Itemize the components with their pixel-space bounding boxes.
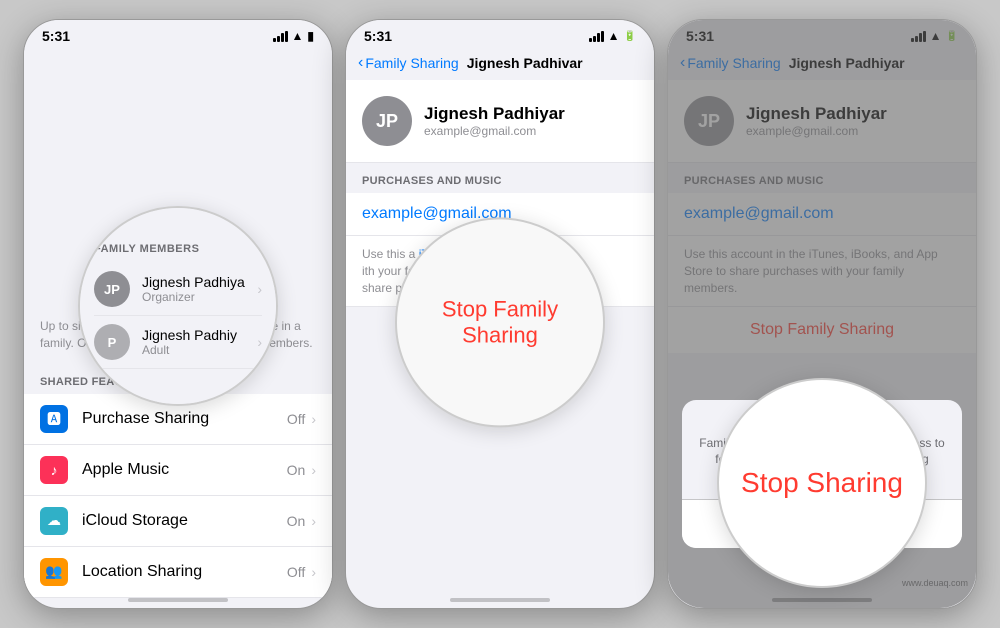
wifi-icon-2: ▲ [608, 29, 620, 43]
nav-bar-2: ‹ Family Sharing Jignesh Padhivar [346, 48, 654, 80]
purchase-sharing-label: Purchase Sharing [82, 410, 287, 428]
status-icons-1: ▲ ▮ [273, 29, 315, 43]
purchase-sharing-status: Off [287, 411, 305, 427]
phone-3: 5:31 ▲ 🔋 ‹ Family Sharing Jignesh Padhiy… [667, 19, 977, 609]
magnify-overlay-2: Stop Family Sharing [395, 217, 605, 427]
member-info-0: Jignesh Padhiya Organizer [142, 274, 257, 304]
feature-list: 🅰 Purchase Sharing Off › ♪ Apple Music O… [24, 394, 332, 598]
icloud-icon: ☁ [40, 507, 68, 535]
magnify-overlay-3: Stop Sharing [717, 378, 927, 588]
icloud-storage-label: iCloud Storage [82, 512, 287, 530]
section-label-2: PURCHASES AND MUSIC [346, 163, 654, 193]
stop-family-text: Stop Family Sharing [397, 296, 603, 348]
phone-2: 5:31 ▲ 🔋 ‹ Family Sharing Jignesh Padhiv… [345, 19, 655, 609]
profile-details-2: Jignesh Padhiyar example@gmail.com [424, 104, 565, 138]
member-name-0: Jignesh Padhiya [142, 274, 257, 290]
feature-apple-music[interactable]: ♪ Apple Music On › [24, 445, 332, 496]
nav-title-2: Jignesh Padhivar [467, 55, 583, 71]
back-label-2: Family Sharing [365, 55, 458, 71]
member-role-1: Adult [142, 343, 257, 357]
battery-icon-2: 🔋 [624, 31, 636, 42]
home-indicator-2 [450, 598, 550, 602]
music-icon: ♪ [40, 456, 68, 484]
wifi-icon: ▲ [292, 29, 304, 43]
time-2: 5:31 [364, 28, 392, 44]
profile-avatar-2: JP [362, 96, 412, 146]
location-sharing-status: Off [287, 564, 305, 580]
profile-section-2: JP Jignesh Padhiyar example@gmail.com [346, 80, 654, 163]
purchases-desc-text-2: Use this a [362, 247, 415, 261]
phone-1: 5:31 ▲ ▮ FAMILY MEMBERS JP Jignesh Padhi… [23, 19, 333, 609]
back-button-2[interactable]: ‹ Family Sharing [358, 54, 459, 72]
feature-location-sharing[interactable]: 👥 Location Sharing Off › [24, 547, 332, 598]
purchase-icon: 🅰 [40, 405, 68, 433]
magnify-overlay-1: FAMILY MEMBERS JP Jignesh Padhiya Organi… [78, 206, 278, 406]
location-icon: 👥 [40, 558, 68, 586]
member-row-1[interactable]: P Jignesh Padhiy Adult › [94, 316, 262, 369]
signal-icon-2 [589, 31, 604, 42]
home-indicator-3 [772, 598, 872, 602]
avatar-1: P [94, 324, 130, 360]
member-row-0[interactable]: JP Jignesh Padhiya Organizer › [94, 263, 262, 316]
battery-icon: ▮ [307, 29, 314, 43]
time-1: 5:31 [42, 28, 70, 44]
family-members-label: FAMILY MEMBERS [94, 243, 262, 255]
icloud-chevron: › [311, 513, 316, 529]
status-bar-1: 5:31 ▲ ▮ [24, 20, 332, 48]
member-info-1: Jignesh Padhiy Adult [142, 327, 257, 357]
status-bar-2: 5:31 ▲ 🔋 [346, 20, 654, 48]
apple-music-label: Apple Music [82, 461, 287, 479]
location-sharing-label: Location Sharing [82, 563, 287, 581]
avatar-0: JP [94, 271, 130, 307]
stop-sharing-magnify-text: Stop Sharing [741, 467, 903, 499]
watermark: www.deuaq.com [902, 578, 968, 588]
icloud-storage-status: On [287, 513, 306, 529]
status-icons-2: ▲ 🔋 [589, 29, 636, 43]
location-chevron: › [311, 564, 316, 580]
feature-icloud-storage[interactable]: ☁ iCloud Storage On › [24, 496, 332, 547]
signal-icon [273, 31, 288, 42]
apple-music-status: On [287, 462, 306, 478]
purchase-chevron: › [311, 411, 316, 427]
back-chevron-2: ‹ [358, 54, 363, 72]
profile-name-2: Jignesh Padhiyar [424, 104, 565, 124]
member-role-0: Organizer [142, 290, 257, 304]
music-chevron: › [311, 462, 316, 478]
home-indicator-1 [128, 598, 228, 602]
member-name-1: Jignesh Padhiy [142, 327, 257, 343]
profile-email-2: example@gmail.com [424, 124, 565, 138]
chevron-1: › [257, 334, 262, 350]
chevron-0: › [257, 281, 262, 297]
